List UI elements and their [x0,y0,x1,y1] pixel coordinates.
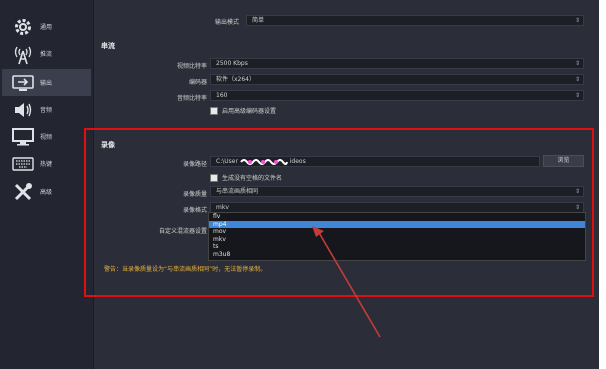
annotation-arrow [312,226,381,338]
